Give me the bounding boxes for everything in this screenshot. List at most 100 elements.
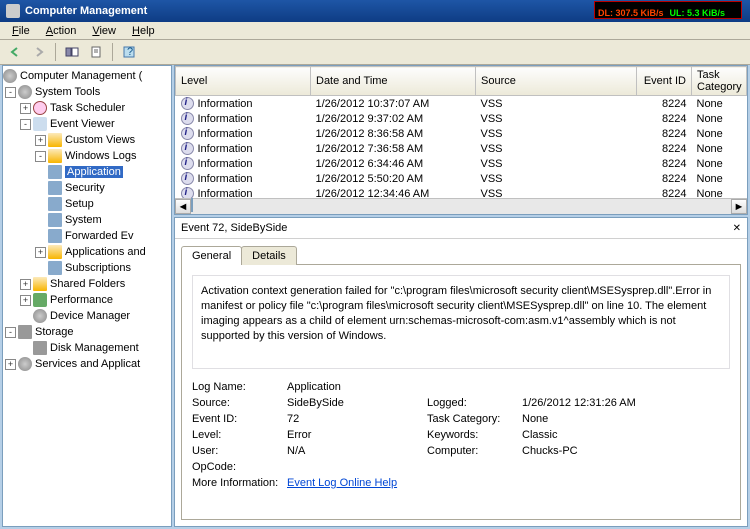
folder-icon xyxy=(48,133,62,147)
prop-logged-v: 1/26/2012 12:31:26 AM xyxy=(522,397,682,409)
table-row[interactable]: Information1/26/2012 5:50:20 AMVSS8224No… xyxy=(176,171,747,186)
col-eventid[interactable]: Event ID xyxy=(637,67,692,96)
expand-icon[interactable]: + xyxy=(20,279,31,290)
prop-keywords-k: Keywords: xyxy=(427,429,522,441)
device-icon xyxy=(33,309,47,323)
expand-icon[interactable]: + xyxy=(20,295,31,306)
log-icon xyxy=(48,261,62,275)
info-icon xyxy=(181,172,194,185)
show-hide-button[interactable] xyxy=(61,42,83,62)
prop-opcode-k: OpCode: xyxy=(192,461,287,473)
tree-performance[interactable]: +Performance xyxy=(3,292,171,308)
scroll-thumb[interactable] xyxy=(191,198,193,212)
info-icon xyxy=(181,142,194,155)
tree-disk-management[interactable]: Disk Management xyxy=(3,340,171,356)
menu-bar: File Action View Help xyxy=(0,22,750,40)
tree-setup[interactable]: Setup xyxy=(3,196,171,212)
tree-shared-folders[interactable]: +Shared Folders xyxy=(3,276,171,292)
back-button[interactable] xyxy=(4,42,26,62)
prop-eventid-v: 72 xyxy=(287,413,427,425)
tree-root[interactable]: Computer Management ( xyxy=(3,68,171,84)
col-taskcategory[interactable]: Task Category xyxy=(692,67,747,96)
expand-icon[interactable]: + xyxy=(20,103,31,114)
performance-icon xyxy=(33,293,47,307)
prop-level-k: Level: xyxy=(192,429,287,441)
expand-icon[interactable]: + xyxy=(35,247,46,258)
tree-pane[interactable]: Computer Management ( -System Tools +Tas… xyxy=(2,65,172,527)
log-icon xyxy=(48,229,62,243)
log-icon xyxy=(48,165,62,179)
event-description[interactable]: Activation context generation failed for… xyxy=(192,275,730,369)
tree-security[interactable]: Security xyxy=(3,180,171,196)
tree-device-manager[interactable]: Device Manager xyxy=(3,308,171,324)
col-datetime[interactable]: Date and Time xyxy=(311,67,476,96)
table-row[interactable]: Information1/26/2012 8:36:58 AMVSS8224No… xyxy=(176,126,747,141)
storage-icon xyxy=(18,325,32,339)
tree-task-scheduler[interactable]: +Task Scheduler xyxy=(3,100,171,116)
menu-file[interactable]: File xyxy=(4,23,38,39)
event-log-online-help-link[interactable]: Event Log Online Help xyxy=(287,477,682,489)
scroll-right-icon[interactable]: ► xyxy=(731,199,747,214)
prop-source-k: Source: xyxy=(192,397,287,409)
tree-windows-logs[interactable]: -Windows Logs xyxy=(3,148,171,164)
svg-text:?: ? xyxy=(127,46,133,58)
prop-computer-k: Computer: xyxy=(427,445,522,457)
col-level[interactable]: Level xyxy=(176,67,311,96)
detail-tabs: General Details xyxy=(175,239,747,264)
tab-general[interactable]: General xyxy=(181,246,242,265)
tree-forwarded-events[interactable]: Forwarded Ev xyxy=(3,228,171,244)
tree-applications-and-services[interactable]: +Applications and xyxy=(3,244,171,260)
tab-details[interactable]: Details xyxy=(241,246,297,265)
prop-taskcat-k: Task Category: xyxy=(427,413,522,425)
tree-system[interactable]: System xyxy=(3,212,171,228)
table-row[interactable]: Information1/26/2012 12:34:46 AMVSS8224N… xyxy=(176,186,747,198)
collapse-icon[interactable]: - xyxy=(20,119,31,130)
table-row[interactable]: Information1/26/2012 6:34:46 AMVSS8224No… xyxy=(176,156,747,171)
log-icon xyxy=(48,181,62,195)
table-row[interactable]: Information1/26/2012 9:37:02 AMVSS8224No… xyxy=(176,111,747,126)
prop-opcode-v xyxy=(287,461,682,473)
collapse-icon[interactable]: - xyxy=(5,327,16,338)
sharedfolder-icon xyxy=(33,277,47,291)
event-detail-pane: Event 72, SideBySide ✕ General Details A… xyxy=(174,217,748,527)
tree-custom-views[interactable]: +Custom Views xyxy=(3,132,171,148)
col-source[interactable]: Source xyxy=(476,67,637,96)
info-icon xyxy=(181,157,194,170)
disk-icon xyxy=(33,341,47,355)
prop-logged-k: Logged: xyxy=(427,397,522,409)
info-icon xyxy=(181,127,194,140)
tree-application[interactable]: Application xyxy=(3,164,171,180)
tree-services[interactable]: +Services and Applicat xyxy=(3,356,171,372)
collapse-icon[interactable]: - xyxy=(5,87,16,98)
tree-subscriptions[interactable]: Subscriptions xyxy=(3,260,171,276)
prop-computer-v: Chucks-PC xyxy=(522,445,682,457)
menu-help[interactable]: Help xyxy=(124,23,163,39)
close-icon[interactable]: ✕ xyxy=(733,223,741,234)
prop-eventid-k: Event ID: xyxy=(192,413,287,425)
folder-icon xyxy=(48,149,62,163)
event-grid-body[interactable]: Level Date and Time Source Event ID Task… xyxy=(175,66,747,198)
event-properties: Log Name: Application Source: SideBySide… xyxy=(192,381,730,489)
table-row[interactable]: Information1/26/2012 10:37:07 AMVSS8224N… xyxy=(176,96,747,112)
horizontal-scrollbar[interactable]: ◄ ► xyxy=(175,198,747,214)
expand-icon[interactable]: + xyxy=(5,359,16,370)
forward-button[interactable] xyxy=(28,42,50,62)
tab-general-body: Activation context generation failed for… xyxy=(181,264,741,520)
tree-storage[interactable]: -Storage xyxy=(3,324,171,340)
menu-action[interactable]: Action xyxy=(38,23,85,39)
tree-event-viewer[interactable]: -Event Viewer xyxy=(3,116,171,132)
menu-view[interactable]: View xyxy=(84,23,124,39)
help-button[interactable]: ? xyxy=(118,42,140,62)
tree-system-tools[interactable]: -System Tools xyxy=(3,84,171,100)
collapse-icon[interactable]: - xyxy=(35,151,46,162)
expand-icon[interactable]: + xyxy=(35,135,46,146)
table-row[interactable]: Information1/26/2012 7:36:58 AMVSS8224No… xyxy=(176,141,747,156)
tools-icon xyxy=(18,85,32,99)
app-title: Computer Management xyxy=(25,5,147,17)
eventviewer-icon xyxy=(33,117,47,131)
prop-user-k: User: xyxy=(192,445,287,457)
scroll-left-icon[interactable]: ◄ xyxy=(175,199,191,214)
prop-moreinfo-k: More Information: xyxy=(192,477,287,489)
scroll-track[interactable] xyxy=(191,199,731,214)
properties-button[interactable] xyxy=(85,42,107,62)
